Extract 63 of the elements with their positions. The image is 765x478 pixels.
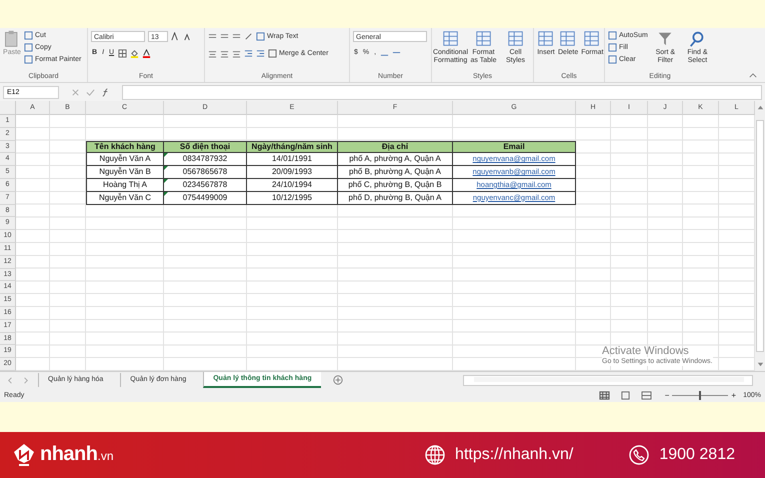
zoom-thumb[interactable] <box>699 390 702 400</box>
scroll-up-icon[interactable] <box>756 103 764 112</box>
table-cell: phố A, phường A, Quận A <box>338 153 453 166</box>
font-shrink-icon[interactable] <box>183 32 192 40</box>
table-cell: 24/10/1994 <box>247 178 338 192</box>
align-icon[interactable] <box>208 32 217 40</box>
check-icon[interactable] <box>86 88 95 96</box>
font-color-icon[interactable] <box>142 48 152 58</box>
formula-field[interactable] <box>122 84 762 100</box>
table-cell: 14/01/1991 <box>247 153 338 166</box>
header-cell: Địa chỉ <box>338 140 453 154</box>
zoom-in-button[interactable]: + <box>728 390 740 400</box>
scroll-down-icon[interactable] <box>756 360 764 369</box>
table-cell: 0754499009 <box>164 192 247 205</box>
table-cell: 0834787932 <box>164 153 247 166</box>
function-icon[interactable] <box>101 88 110 96</box>
globe-icon <box>425 444 446 465</box>
border-icon[interactable] <box>118 48 128 58</box>
table-cell: 20/09/1993 <box>247 166 338 179</box>
brand-name: nhanh <box>40 442 98 466</box>
add-sheet-icon[interactable] <box>332 375 343 386</box>
indent-icon[interactable] <box>256 48 265 58</box>
header-cell: Số điện thoại <box>164 140 247 154</box>
cancel-icon[interactable] <box>71 88 80 96</box>
phone-icon <box>629 444 650 465</box>
merge-icon <box>268 48 277 58</box>
search-icon <box>688 30 706 48</box>
table-cell: Nguyễn Văn C <box>86 192 164 205</box>
website-link[interactable]: https://nhanh.vn/ <box>455 446 574 464</box>
horizontal-scrollbar[interactable] <box>462 374 753 386</box>
phone-number: 1900 2812 <box>659 446 735 464</box>
font-grow-icon[interactable] <box>171 32 180 40</box>
table-cell: 0567865678 <box>164 166 247 179</box>
align-icon[interactable] <box>220 48 229 58</box>
header-cell: Email <box>453 140 576 154</box>
page-layout-icon[interactable] <box>620 390 631 400</box>
scrollbar-thumb[interactable] <box>756 120 764 352</box>
table-cell: Nguyễn Văn B <box>86 166 164 179</box>
table-cell: 10/12/1995 <box>247 192 338 205</box>
table-cell: Nguyễn Văn A <box>86 153 164 166</box>
header-cell: Ngày/tháng/năm sinh <box>247 140 338 154</box>
align-icon[interactable] <box>208 48 217 58</box>
table-cell: Hoàng Thị A <box>86 178 164 192</box>
normal-view-icon[interactable] <box>598 390 610 400</box>
orientation-icon[interactable] <box>244 32 253 40</box>
sort-filter-icon <box>656 30 674 48</box>
header-cell: Tên khách hàng <box>86 140 164 154</box>
wrap-icon <box>256 32 265 40</box>
table-cell: phố D, phường B, Quận A <box>338 192 453 205</box>
zoom-out-button[interactable]: − <box>662 390 672 400</box>
align-icon[interactable] <box>232 32 241 40</box>
align-icon[interactable] <box>220 32 229 40</box>
table-cell: 0234567878 <box>164 178 247 192</box>
align-icon[interactable] <box>232 48 241 58</box>
table-cell: phố B, phường A, Quận A <box>338 166 453 179</box>
table-cell: phố C, phường B, Quận B <box>338 178 453 192</box>
activation-title: Activate Windows <box>602 344 690 357</box>
page-break-icon[interactable] <box>640 390 652 400</box>
collapse-icon[interactable] <box>749 73 757 78</box>
indent-icon[interactable] <box>244 48 253 58</box>
brand-suffix: .vn <box>98 448 114 463</box>
fill-color-icon[interactable] <box>130 48 140 58</box>
logo-icon <box>12 442 36 467</box>
